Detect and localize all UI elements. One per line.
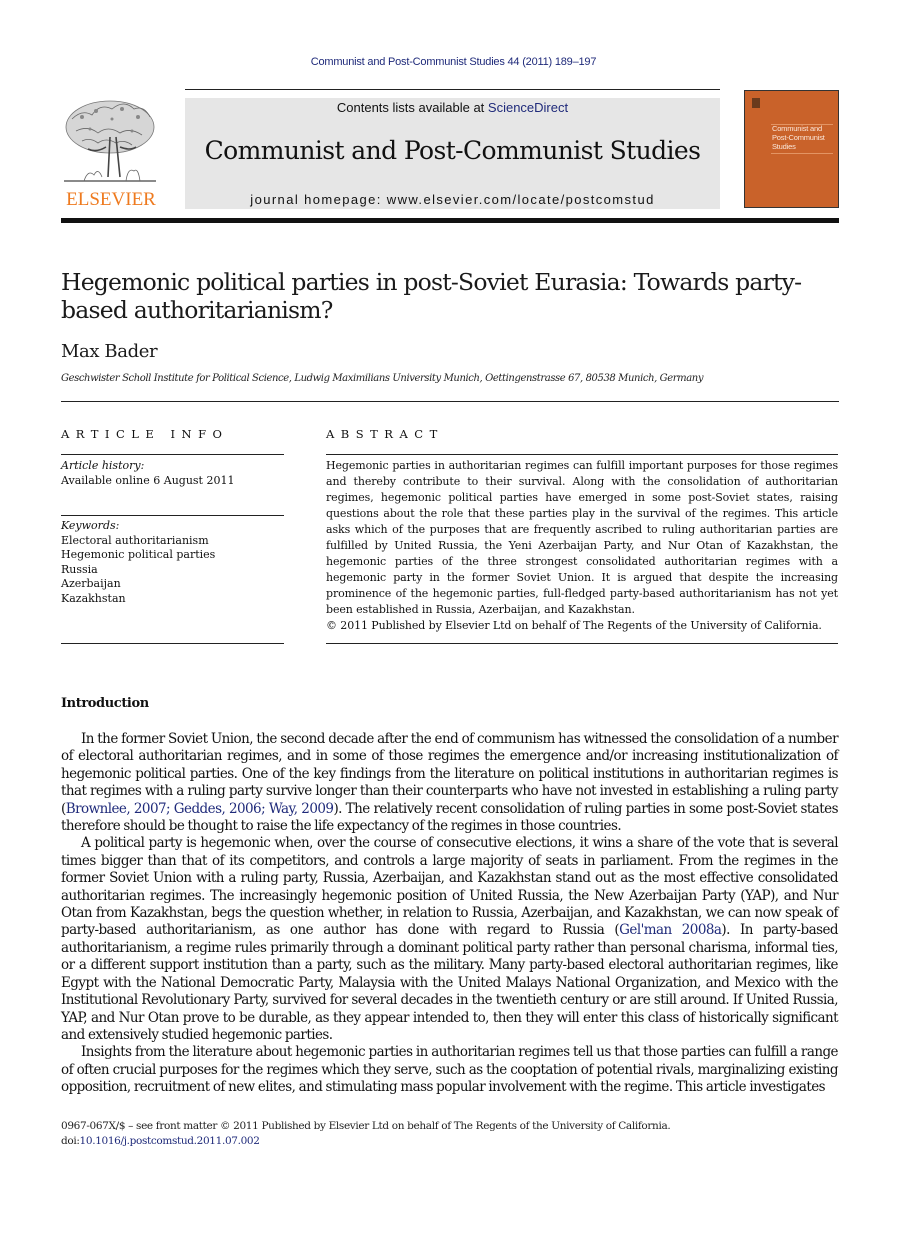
cover-publisher-icon xyxy=(752,98,760,108)
abstract-rule xyxy=(326,454,838,455)
abstract-text: Hegemonic parties in authoritarian regim… xyxy=(326,459,838,616)
article-info-heading: ARTICLE INFO xyxy=(61,427,229,441)
header-top-rule xyxy=(185,89,720,90)
article-title: Hegemonic political parties in post-Sovi… xyxy=(61,268,802,324)
header-bottom-rule xyxy=(61,218,839,223)
doi-prefix: doi: xyxy=(61,1135,80,1147)
abstract-copyright: © 2011 Published by Elsevier Ltd on beha… xyxy=(326,619,822,632)
homepage-link[interactable]: www.elsevier.com/locate/postcomstud xyxy=(387,192,655,207)
journal-cover-thumbnail[interactable]: Communist and Post-Communist Studies xyxy=(744,90,839,208)
contents-line: Contents lists available at ScienceDirec… xyxy=(185,100,720,115)
abstract-bottom-rule xyxy=(326,643,838,644)
paragraph-text: ). In party-based authoritarianism, a re… xyxy=(61,922,839,1043)
abstract-body: Hegemonic parties in authoritarian regim… xyxy=(326,458,838,634)
cover-rule-bottom xyxy=(771,153,833,154)
elsevier-tree-icon xyxy=(64,100,156,182)
journal-homepage: journal homepage: www.elsevier.com/locat… xyxy=(185,192,720,207)
citation-link[interactable]: Communist and Post-Communist Studies 44 … xyxy=(311,56,597,68)
cover-title: Communist and Post-Communist Studies xyxy=(772,124,825,151)
introduction-body: In the former Soviet Union, the second d… xyxy=(61,731,839,1097)
journal-title: Communist and Post-Communist Studies xyxy=(204,136,701,165)
doi-line: doi:10.1016/j.postcomstud.2011.07.002 xyxy=(61,1134,670,1149)
keywords-rule xyxy=(61,515,284,516)
keywords-label: Keywords: xyxy=(61,519,120,532)
introduction-heading: Introduction xyxy=(61,696,149,711)
title-divider xyxy=(61,401,839,402)
doi-link[interactable]: 10.1016/j.postcomstud.2011.07.002 xyxy=(80,1135,260,1147)
citation-link[interactable]: Gel'man 2008a xyxy=(619,922,722,938)
contents-prefix: Contents lists available at xyxy=(336,100,488,115)
elsevier-wordmark: ELSEVIER xyxy=(66,189,156,210)
article-info-rule xyxy=(61,454,284,455)
keyword-item: Kazakhstan xyxy=(61,591,126,605)
keywords-block: Keywords: Electoral authoritarianism Heg… xyxy=(61,519,284,606)
article-info-bottom-rule xyxy=(61,643,284,644)
elsevier-logo[interactable]: ELSEVIER xyxy=(60,97,162,210)
paragraph: Insights from the literature about hegem… xyxy=(61,1044,839,1096)
keyword-item: Azerbaijan xyxy=(61,577,121,590)
page-footer: 0967-067X/$ – see front matter © 2011 Pu… xyxy=(61,1119,671,1149)
paragraph: A political party is hegemonic when, ove… xyxy=(61,835,839,1044)
citation-link[interactable]: Brownlee, 2007; Geddes, 2006; Way, 2009 xyxy=(66,801,334,817)
keyword-item: Russia xyxy=(61,562,98,576)
author-name[interactable]: Max Bader xyxy=(61,341,158,362)
paragraph: In the former Soviet Union, the second d… xyxy=(61,731,839,835)
abstract-heading: ABSTRACT xyxy=(326,427,444,441)
article-history: Article history: Available online 6 Augu… xyxy=(61,459,284,488)
journal-banner: Contents lists available at ScienceDirec… xyxy=(185,98,720,209)
history-label: Article history: xyxy=(61,459,145,472)
journal-citation[interactable]: Communist and Post-Communist Studies 44 … xyxy=(0,56,907,68)
keyword-item: Hegemonic political parties xyxy=(61,548,216,561)
author-affiliation: Geschwister Scholl Institute for Politic… xyxy=(61,373,704,384)
issn-line: 0967-067X/$ – see front matter © 2011 Pu… xyxy=(61,1120,671,1132)
homepage-prefix: journal homepage: xyxy=(250,192,387,207)
sciencedirect-link[interactable]: ScienceDirect xyxy=(488,100,568,115)
history-value: Available online 6 August 2011 xyxy=(61,473,235,487)
keyword-item: Electoral authoritarianism xyxy=(61,533,209,547)
